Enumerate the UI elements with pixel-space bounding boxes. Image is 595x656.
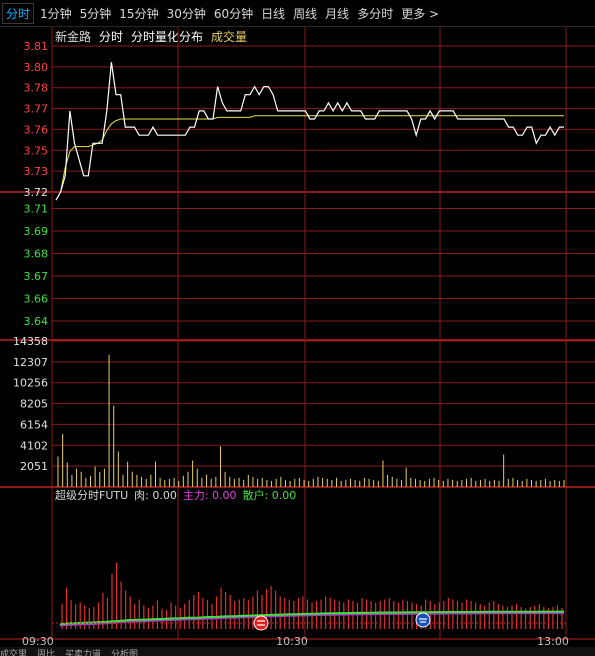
price-tick-label: 3.75 [24,144,49,157]
volume-tick-label: 2051 [20,460,48,473]
bottom-tab[interactable]: 成交里 [0,650,27,656]
intraday-chart[interactable]: 3.81 3.80 3.78 3.77 3.76 3.75 3.73 3.72 3.71 3.69… [0,27,595,656]
bottom-tab[interactable]: 分析图 [111,650,138,656]
volume-tick-label: 4102 [20,439,48,452]
period-tab[interactable]: 月线 [325,5,349,22]
period-tab[interactable]: 15分钟 [119,5,158,22]
volume-tick-label: 14358 [13,335,48,348]
volume-tick-label: 10256 [13,377,48,390]
buy-signal-icon [253,615,269,631]
period-tab[interactable]: 5分钟 [80,5,112,22]
period-tab[interactable]: 多分时 [357,5,393,22]
period-tab[interactable]: 30分钟 [167,5,206,22]
price-tick-label: 3.73 [24,165,49,178]
period-tab[interactable]: 日线 [261,5,285,22]
price-tick-label: 3.69 [24,225,49,238]
price-tick-label: 3.77 [24,103,49,116]
price-tick-label: 3.64 [24,315,49,328]
price-line [55,62,564,201]
sell-signal-icon [415,612,431,628]
indicator-retail-value: 散户: 0.00 [242,489,297,502]
bottom-tab[interactable]: 周比 [37,650,55,656]
price-tick-label: 3.80 [24,61,49,74]
price-tick-label: 3.66 [24,293,49,306]
price-tick-label: 3.67 [24,270,49,283]
price-tick-label: 3.71 [24,203,49,216]
indicator-title[interactable]: 超级分时FUTU [55,487,128,503]
period-tab[interactable]: 更多 > [401,5,439,22]
volume-tick-label: 6154 [20,418,48,431]
period-tab[interactable]: 60分钟 [214,5,253,22]
indicator-meat-value: 肉: 0.00 [134,489,177,502]
volume-tick-label: 8205 [20,398,48,411]
price-tick-label: 3.68 [24,248,49,261]
price-tick-label: 3.81 [24,40,49,53]
period-tab[interactable]: 周线 [293,5,317,22]
average-price-line [55,115,564,201]
indicator-legend: 超级分时FUTU 肉: 0.00 主力: 0.00 散户: 0.00 [55,487,296,503]
bottom-tab[interactable]: 买卖力道 [65,650,101,656]
period-tab[interactable]: 分时 [2,2,35,24]
indicator-main-value: 主力: 0.00 [182,489,237,502]
chart-canvas[interactable]: 3.81 3.80 3.78 3.77 3.76 3.75 3.73 3.72 3.71 3.69… [0,27,595,656]
period-tab-bar: 分时 1分钟 5分钟 15分钟 30分钟 60分钟 日线 周线 月线 多分时 更多 > [0,0,595,27]
period-tab[interactable]: 1分钟 [40,5,72,22]
bottom-tab-bar: 成交里 周比 买卖力道 分析图 [0,647,595,656]
volume-tick-label: 12307 [13,356,48,369]
price-tick-label: 3.78 [24,82,49,95]
price-tick-label: 3.76 [24,123,49,136]
reference-price-label: 3.72 [24,186,49,199]
